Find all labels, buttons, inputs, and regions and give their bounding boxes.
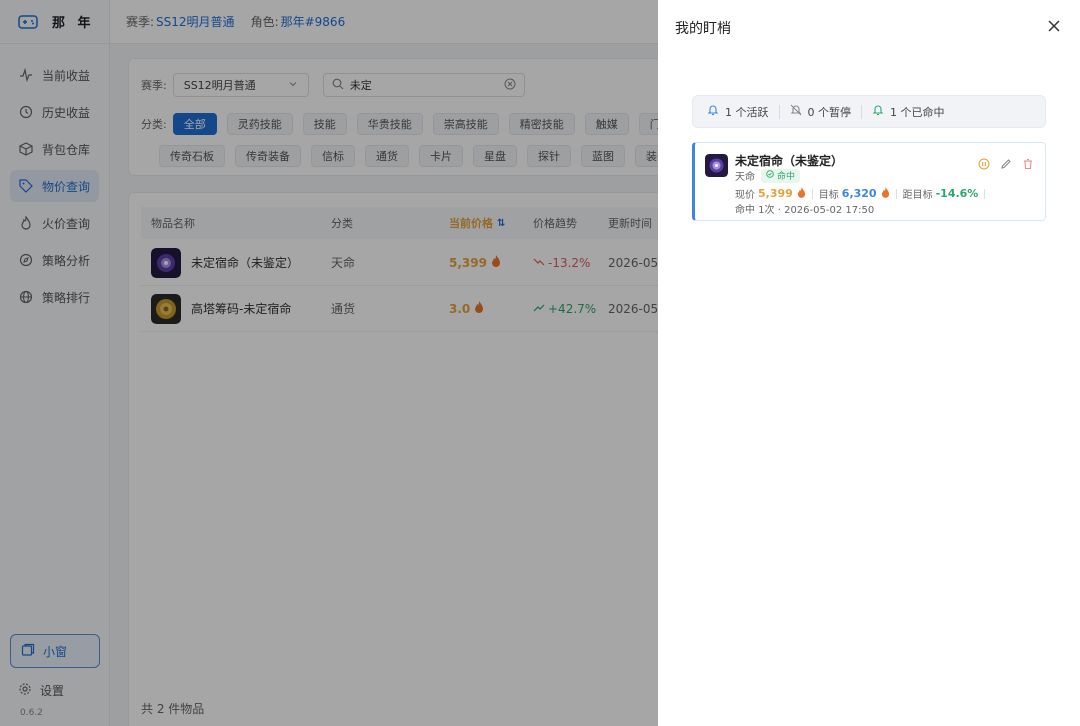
watch-prices: 现价 5,399 目标 6,320 距目标 -14.6%: [735, 186, 991, 201]
watch-item-name: 未定宿命（未鉴定）: [735, 154, 844, 168]
watchlist-drawer: 我的盯梢 1 个活跃 0 个暂停 1 个已命中 未定宿命（未鉴定） 天命 命中: [658, 0, 1080, 726]
status-badge-text: 命中: [777, 172, 796, 182]
stat-active: 1 个活跃: [707, 104, 769, 120]
item-thumbnail: [705, 154, 728, 177]
stat-paused-text: 0 个暂停: [807, 105, 852, 119]
distance-value: -14.6%: [935, 187, 979, 200]
target-price-value: 6,320: [841, 187, 877, 200]
status-badge: 命中: [761, 168, 801, 183]
watch-stats-bar: 1 个活跃 0 个暂停 1 个已命中: [692, 95, 1046, 128]
stat-hit-text: 1 个已命中: [890, 105, 945, 119]
stat-paused: 0 个暂停: [790, 104, 852, 120]
flame-icon: [881, 186, 890, 201]
flame-icon: [797, 186, 806, 201]
stat-active-text: 1 个活跃: [725, 105, 769, 119]
hit-info: 命中 1次 · 2026-05-02 17:50: [735, 205, 875, 216]
watch-actions: [969, 157, 1035, 171]
divider: [984, 188, 986, 199]
divider: [895, 188, 897, 199]
divider: [811, 188, 813, 199]
divider: [861, 104, 862, 119]
bell-ring-icon: [872, 104, 884, 119]
drawer-title: 我的盯梢: [675, 21, 731, 37]
current-price-value: 5,399: [758, 187, 793, 200]
bell-icon: [707, 104, 719, 119]
current-price-label: 现价: [735, 190, 755, 201]
pause-icon[interactable]: [977, 157, 991, 171]
close-icon[interactable]: [1046, 18, 1062, 34]
divider: [778, 104, 780, 119]
watch-card[interactable]: 未定宿命（未鉴定） 天命 命中 现价 5,399 目标 6,320 距目标 -1…: [692, 142, 1046, 221]
delete-icon[interactable]: [1021, 157, 1035, 171]
stat-hit: 1 个已命中: [872, 104, 945, 120]
edit-icon[interactable]: [999, 157, 1013, 171]
watch-item-category: 天命: [735, 172, 755, 183]
target-price-label: 目标: [818, 190, 839, 201]
watch-item-sub: 天命 命中: [735, 168, 801, 183]
check-circle-icon: [766, 170, 774, 181]
distance-label: 距目标: [902, 190, 933, 201]
bell-off-icon: [790, 104, 802, 119]
